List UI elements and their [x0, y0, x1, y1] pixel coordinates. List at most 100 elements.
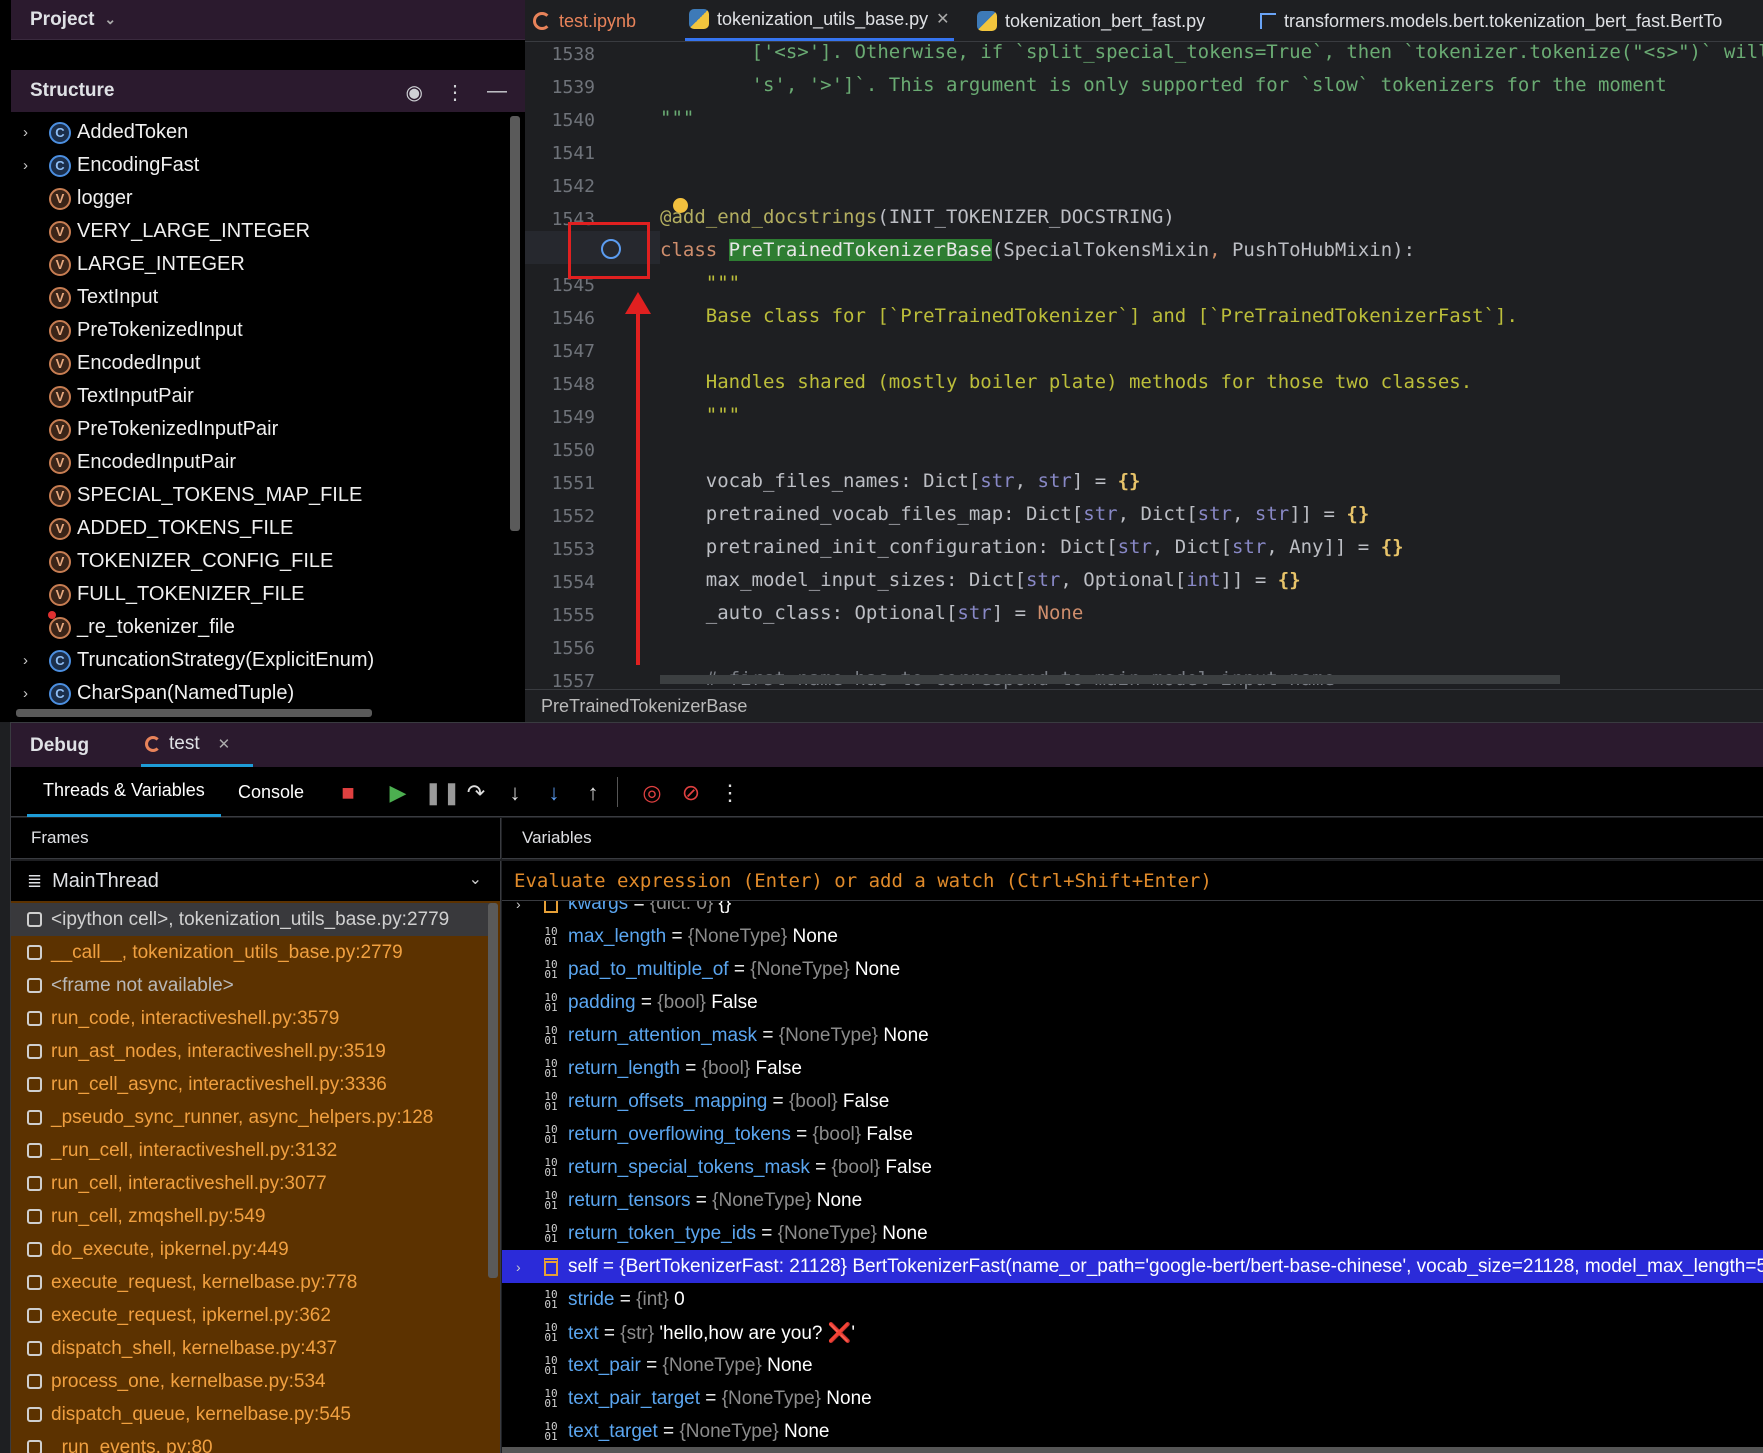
mute-breakpoints-icon[interactable]: ⊘	[678, 780, 704, 806]
editor-hscrollbar[interactable]	[660, 675, 1560, 684]
class-icon: C	[49, 649, 71, 672]
structure-list: › C AddedToken › C EncodingFast Vlogger V VERY_L…	[11, 116, 511, 706]
frame-item[interactable]: _pseudo_sync_runner, async_helpers.py:12…	[11, 1101, 491, 1134]
python-icon	[689, 9, 709, 29]
frame-item[interactable]: _run_events, py:80	[11, 1431, 491, 1453]
frame-item[interactable]: run_ast_nodes, interactiveshell.py:3519	[11, 1035, 491, 1068]
variables-header: Variables	[502, 818, 1763, 859]
class-icon: C	[49, 682, 71, 705]
chevron-down-icon[interactable]: ⌄	[104, 11, 116, 28]
more-icon[interactable]: ⋮	[445, 80, 465, 105]
frame-item[interactable]: do_execute, ipkernel.py:449	[11, 1233, 491, 1266]
variable-text: self = {BertTokenizerFast: 21128} BertTo…	[568, 1256, 1763, 1278]
step-into-my-code-icon[interactable]: ↓	[541, 780, 567, 806]
chevron-right-icon[interactable]: ›	[23, 124, 28, 141]
frame-item[interactable]: dispatch_queue, kernelbase.py:545	[11, 1398, 491, 1431]
variable-row[interactable]: 10 01 stride = {int} 0	[502, 1283, 1763, 1316]
frame-item[interactable]: _run_cell, interactiveshell.py:3132	[11, 1134, 491, 1167]
lightbulb-icon[interactable]	[673, 198, 688, 213]
breadcrumb[interactable]: PreTrainedTokenizerBase	[525, 689, 1763, 722]
debug-session-tab[interactable]: test ✕	[141, 723, 253, 768]
more-icon[interactable]: ⋮	[717, 780, 743, 806]
implemented-by-icon[interactable]	[601, 239, 621, 259]
equals-sign: =	[666, 925, 688, 947]
line-number: 1538	[551, 44, 595, 65]
variable-row[interactable]: 10 01 text = {str} 'hello,how are you? ❌'	[502, 1316, 1763, 1349]
frame-item[interactable]: run_code, interactiveshell.py:3579	[11, 1002, 491, 1035]
variable-row[interactable]: 10 01 pad_to_multiple_of = {NoneType} None	[502, 953, 1763, 986]
equals-sign: =	[728, 958, 751, 980]
variable-row[interactable]: 10 01 max_length = {NoneType} None	[502, 920, 1763, 953]
view-breakpoints-icon[interactable]: ◎	[639, 780, 665, 806]
close-icon[interactable]: ✕	[936, 9, 949, 29]
frame-item[interactable]: dispatch_shell, kernelbase.py:437	[11, 1332, 491, 1365]
variable-row[interactable]: 10 01 return_offsets_mapping = {bool} Fals…	[502, 1085, 1763, 1118]
step-out-icon[interactable]: ↑	[580, 780, 606, 806]
primitive-icon: 10 01	[544, 1386, 558, 1410]
minimize-icon[interactable]: —	[487, 80, 507, 105]
variable-icon: V	[49, 187, 71, 210]
tab-tokenization-utils-base[interactable]: tokenization_utils_base.py ✕	[685, 0, 954, 41]
structure-item-label: TruncationStrategy(ExplicitEnum)	[77, 649, 375, 671]
line-number: 1550	[551, 440, 595, 461]
primitive-icon: 10 01	[544, 1056, 558, 1080]
structure-hscrollbar[interactable]	[16, 709, 372, 717]
chevron-right-icon[interactable]: ›	[23, 652, 28, 669]
frame-item[interactable]: run_cell, zmqshell.py:549	[11, 1200, 491, 1233]
tab-console[interactable]: Console	[238, 767, 304, 817]
frame-item[interactable]: __call__, tokenization_utils_base.py:277…	[11, 936, 491, 969]
code-editor[interactable]: ['<s>']. Otherwise, if `split_special_to…	[660, 42, 1763, 689]
variable-row[interactable]: 10 01 return_tensors = {NoneType} None	[502, 1184, 1763, 1217]
variables-hscrollbar[interactable]	[502, 1447, 1763, 1453]
frame-item[interactable]: <ipython cell>, tokenization_utils_base.…	[11, 903, 491, 936]
frame-item[interactable]: process_one, kernelbase.py:534	[11, 1365, 491, 1398]
variable-row[interactable]: 10 01 text_target = {NoneType} None	[502, 1415, 1763, 1448]
variable-value: None	[816, 1189, 863, 1211]
private-icon	[48, 611, 56, 619]
chevron-down-icon[interactable]: ⌄	[469, 869, 482, 889]
frame-item[interactable]: run_cell_async, interactiveshell.py:3336	[11, 1068, 491, 1101]
tab-tokenization-bert-fast[interactable]: tokenization_bert_fast.py	[977, 0, 1205, 41]
equals-sign: =	[640, 1354, 663, 1376]
hierarchy-icon	[1260, 13, 1276, 29]
frames-scrollbar[interactable]	[488, 903, 498, 1278]
thread-selector[interactable]: ≣ MainThread ⌄	[11, 861, 501, 901]
pause-icon[interactable]: ❚❚	[424, 780, 461, 806]
frame-item[interactable]: execute_request, kernelbase.py:778	[11, 1266, 491, 1299]
variable-row[interactable]: 10 01 return_special_tokens_mask = {bool} …	[502, 1151, 1763, 1184]
chevron-right-icon[interactable]: ›	[23, 685, 28, 702]
variable-row[interactable]: 10 01 text_pair = {NoneType} None	[502, 1349, 1763, 1382]
close-icon[interactable]: ✕	[218, 735, 231, 753]
evaluate-expression-input[interactable]: Evaluate expression (Enter) or add a wat…	[502, 861, 1763, 901]
tab-test-ipynb[interactable]: test.ipynb	[533, 0, 636, 41]
variable-row[interactable]: 10 01 text_pair_target = {NoneType} None	[502, 1382, 1763, 1415]
chevron-right-icon[interactable]: ›	[516, 901, 521, 912]
variable-row[interactable]: 10 01 return_length = {bool} False	[502, 1052, 1763, 1085]
stop-icon[interactable]: ■	[335, 780, 361, 806]
frame-label: _run_cell, interactiveshell.py:3132	[51, 1139, 338, 1161]
eye-icon[interactable]: ◉	[406, 80, 423, 105]
resume-icon[interactable]: ▶	[385, 780, 411, 806]
variable-row[interactable]: 10 01 return_attention_mask = {NoneType} N…	[502, 1019, 1763, 1052]
structure-scrollbar[interactable]	[510, 116, 520, 531]
step-over-icon[interactable]: ↷	[463, 780, 489, 806]
line-number: 1555	[551, 605, 595, 626]
variable-row[interactable]: › self = {BertTokenizerFast: 21128} BertT…	[502, 1250, 1763, 1283]
tab-bert-tokenizer-fast-hierarchy[interactable]: transformers.models.bert.tokenization_be…	[1260, 0, 1722, 41]
variable-row[interactable]: 10 01 padding = {bool} False	[502, 986, 1763, 1019]
project-header[interactable]: Project ⌄	[11, 0, 525, 40]
frame-item[interactable]: execute_request, ipkernel.py:362	[11, 1299, 491, 1332]
chevron-right-icon[interactable]: ›	[516, 1259, 521, 1275]
variable-row[interactable]: › kwargs = {dict: 0} {}	[502, 901, 1763, 920]
step-into-icon[interactable]: ↓	[502, 780, 528, 806]
frame-item[interactable]: <frame not available>	[11, 969, 491, 1002]
frame-label: run_cell, interactiveshell.py:3077	[51, 1172, 327, 1194]
frame-icon	[27, 1143, 42, 1158]
frame-item[interactable]: run_cell, interactiveshell.py:3077	[11, 1167, 491, 1200]
line-number: 1556	[551, 638, 595, 659]
variable-row[interactable]: 10 01 return_overflowing_tokens = {bool} F…	[502, 1118, 1763, 1151]
variable-row[interactable]: 10 01 return_token_type_ids = {NoneType} N…	[502, 1217, 1763, 1250]
breadcrumb-class[interactable]: PreTrainedTokenizerBase	[541, 696, 747, 717]
tab-threads-variables[interactable]: Threads & Variables	[27, 767, 221, 817]
chevron-right-icon[interactable]: ›	[23, 157, 28, 174]
